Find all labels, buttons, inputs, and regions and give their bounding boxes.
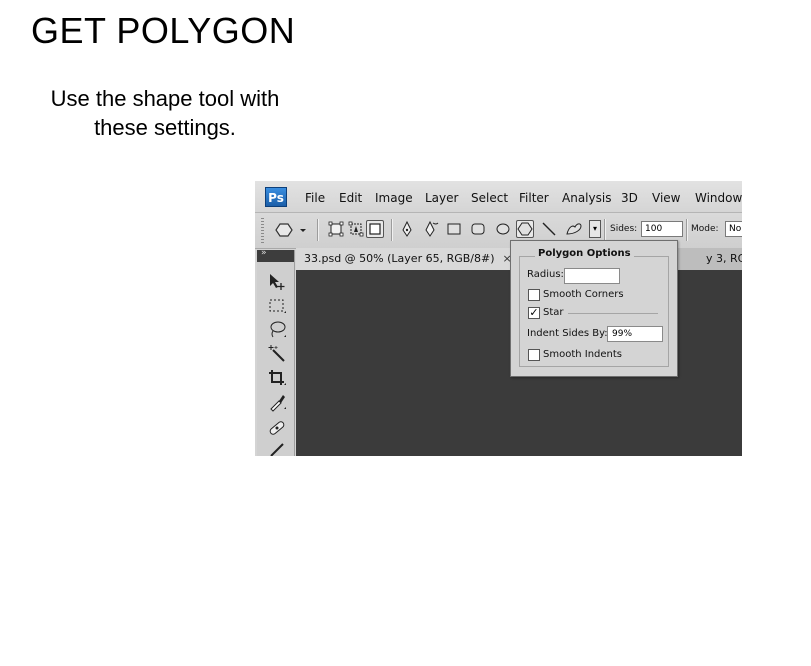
ellipse-tool-icon[interactable]: [494, 220, 512, 238]
menu-bar: Ps File Edit Image Layer Select Filter A…: [255, 181, 742, 213]
fill-pixels-icon[interactable]: [366, 220, 384, 238]
star-label: Star: [543, 307, 564, 318]
eyedropper-tool-icon[interactable]: [267, 392, 287, 412]
menu-file[interactable]: File: [305, 191, 325, 205]
photoshop-logo: Ps: [265, 187, 287, 207]
sides-input[interactable]: 100: [641, 221, 683, 237]
tool-preset-dropdown-icon[interactable]: [298, 221, 308, 239]
separator: [604, 219, 605, 241]
menu-analysis[interactable]: Analysis: [562, 191, 611, 205]
menu-layer[interactable]: Layer: [425, 191, 458, 205]
polygon-options-title: Polygon Options: [535, 248, 634, 259]
tab-document-33[interactable]: 33.psd @ 50% (Layer 65, RGB/8#) ×: [296, 248, 521, 270]
smooth-indents-label: Smooth Indents: [543, 349, 623, 360]
separator: [391, 219, 392, 241]
custom-shape-tool-icon[interactable]: [565, 220, 583, 238]
rectangle-tool-icon[interactable]: [445, 220, 463, 238]
menu-3d[interactable]: 3D: [621, 191, 638, 205]
radius-label: Radius:: [527, 269, 564, 280]
shape-layers-icon[interactable]: [327, 220, 345, 238]
healing-brush-tool-icon[interactable]: [267, 418, 287, 438]
tab-document-second[interactable]: y 3, RGB/8) *: [706, 248, 742, 270]
separator: [686, 219, 687, 241]
tool-preset-polygon-icon[interactable]: [275, 221, 293, 239]
geometry-options-dropdown-icon[interactable]: ▾: [589, 220, 601, 238]
indent-sides-label: Indent Sides By:: [527, 328, 608, 339]
crop-tool-icon[interactable]: [267, 368, 287, 388]
lasso-tool-icon[interactable]: [267, 320, 287, 340]
tools-panel-header[interactable]: »: [257, 248, 294, 262]
tools-panel: »: [257, 248, 295, 456]
smooth-indents-checkbox[interactable]: [528, 349, 540, 361]
marquee-tool-icon[interactable]: [267, 296, 287, 316]
menu-window[interactable]: Window: [695, 191, 742, 205]
options-bar-grip[interactable]: [261, 218, 264, 244]
smooth-corners-checkbox[interactable]: [528, 289, 540, 301]
slide-instruction: Use the shape tool with these settings.: [50, 86, 280, 140]
brush-tool-icon[interactable]: [267, 440, 287, 456]
slide-title: GET POLYGON: [31, 10, 296, 51]
panel-collapse-icon[interactable]: »: [261, 248, 267, 258]
polygon-tool-icon[interactable]: [516, 220, 534, 238]
star-checkbox[interactable]: ✓: [528, 307, 540, 319]
sides-label: Sides:: [610, 224, 638, 234]
radius-input[interactable]: [564, 268, 620, 284]
star-separator: [568, 313, 658, 314]
separator: [317, 219, 318, 241]
freeform-pen-icon[interactable]: [422, 220, 440, 238]
menu-filter[interactable]: Filter: [519, 191, 549, 205]
photoshop-screenshot: Ps File Edit Image Layer Select Filter A…: [255, 181, 742, 456]
menu-view[interactable]: View: [652, 191, 680, 205]
pen-tool-icon[interactable]: [398, 220, 416, 238]
menu-edit[interactable]: Edit: [339, 191, 362, 205]
menu-image[interactable]: Image: [375, 191, 413, 205]
menu-select[interactable]: Select: [471, 191, 508, 205]
magic-wand-tool-icon[interactable]: [267, 344, 287, 364]
indent-sides-input[interactable]: 99%: [607, 326, 663, 342]
polygon-options-popup: Polygon Options Radius: Smooth Corners ✓…: [510, 240, 678, 377]
tab-document-title: 33.psd @ 50% (Layer 65, RGB/8#): [304, 252, 495, 265]
paths-icon[interactable]: [347, 220, 365, 238]
line-tool-icon[interactable]: [540, 220, 558, 238]
move-tool-icon[interactable]: [267, 272, 287, 292]
smooth-corners-label: Smooth Corners: [543, 289, 624, 300]
mode-label: Mode:: [691, 224, 719, 234]
rounded-rectangle-tool-icon[interactable]: [469, 220, 487, 238]
mode-select[interactable]: No: [725, 221, 742, 237]
